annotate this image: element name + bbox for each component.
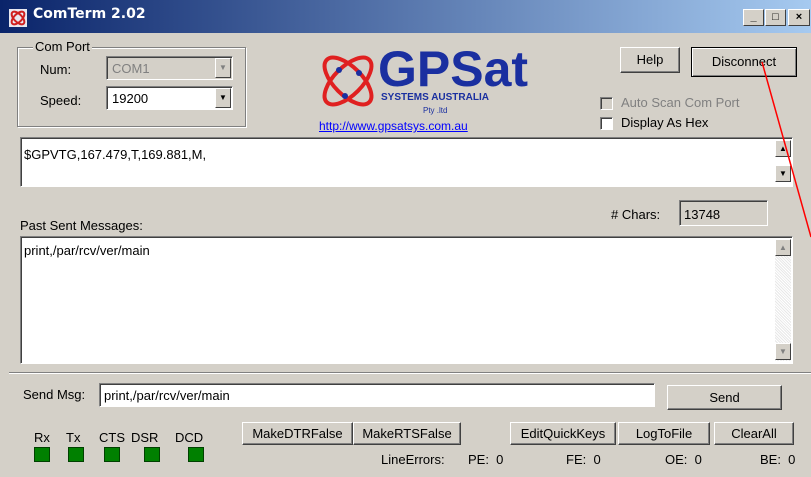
make-rts-false-button[interactable]: MakeRTSFalse <box>353 422 461 445</box>
logo-suffix: Pty .ltd <box>423 106 448 115</box>
com-port-group-label: Com Port <box>33 39 92 54</box>
rx-led-indicator <box>34 447 50 462</box>
scroll-down-icon[interactable]: ▼ <box>775 165 791 182</box>
display-hex-label: Display As Hex <box>621 115 709 130</box>
past-messages-list[interactable]: print,/par/rcv/ver/main ▲ ▼ <box>20 236 793 364</box>
auto-scan-checkbox[interactable] <box>600 97 613 110</box>
window-title: ComTerm 2.02 <box>33 6 146 22</box>
chars-label: # Chars: <box>611 207 661 222</box>
comterm-window: ComTerm 2.02 _ □ × Com Port Num: COM1 ▼ … <box>0 0 811 477</box>
make-dtr-false-button[interactable]: MakeDTRFalse <box>242 422 353 445</box>
dsr-label: DSR <box>131 430 159 445</box>
oe-error-count: OE: 0 <box>665 452 702 467</box>
fe-error-count: FE: 0 <box>566 452 601 467</box>
log-to-file-button[interactable]: LogToFile <box>618 422 710 445</box>
line-errors-label: LineErrors: <box>381 452 445 467</box>
pe-error-count: PE: 0 <box>468 452 504 467</box>
dcd-label: DCD <box>175 430 204 445</box>
scroll-up-icon[interactable]: ▲ <box>775 239 791 256</box>
tx-led-indicator <box>68 447 84 462</box>
speed-label: Speed: <box>40 93 82 108</box>
send-button[interactable]: Send <box>667 385 782 410</box>
edit-quick-keys-button[interactable]: EditQuickKeys <box>510 422 616 445</box>
receive-textbox[interactable]: $GPVTG,167.479,T,169.881,M, ▲ ▼ <box>20 137 793 187</box>
send-label: Send Msg: <box>23 387 86 402</box>
speed-select[interactable]: 19200 ▼ <box>106 86 233 110</box>
send-input-value: print,/par/rcv/ver/main <box>104 388 230 403</box>
past-messages-label: Past Sent Messages: <box>20 218 143 233</box>
chars-field: 13748 <box>679 200 768 226</box>
minimize-button[interactable]: _ <box>743 9 764 26</box>
title-bar[interactable]: ComTerm 2.02 _ □ × <box>0 0 811 33</box>
chars-value: 13748 <box>684 207 721 222</box>
website-link[interactable]: http://www.gpsatsys.com.au <box>319 119 468 133</box>
be-error-count: BE: 0 <box>760 452 796 467</box>
cts-label: CTS <box>99 430 125 445</box>
num-select[interactable]: COM1 ▼ <box>106 56 233 80</box>
disconnect-button[interactable]: Disconnect <box>691 47 797 77</box>
chevron-down-icon[interactable]: ▼ <box>215 58 231 78</box>
logo-brand: GPSat <box>378 41 529 97</box>
maximize-button[interactable]: □ <box>765 9 786 26</box>
auto-scan-label: Auto Scan Com Port <box>621 95 740 110</box>
display-hex-checkbox[interactable] <box>600 117 613 130</box>
num-select-value: COM1 <box>112 61 150 76</box>
gpsat-logo-icon <box>322 55 374 107</box>
app-icon <box>9 9 27 27</box>
rx-label: Rx <box>34 430 50 445</box>
past-message-item[interactable]: print,/par/rcv/ver/main <box>24 243 150 258</box>
clear-all-button[interactable]: ClearAll <box>714 422 794 445</box>
divider <box>9 373 811 374</box>
logo-tagline: SYSTEMS AUSTRALIA <box>381 92 489 103</box>
chevron-down-icon[interactable]: ▼ <box>215 88 231 108</box>
num-label: Num: <box>40 62 72 77</box>
close-button[interactable]: × <box>788 9 810 26</box>
scroll-down-icon[interactable]: ▼ <box>775 343 791 360</box>
receive-text: $GPVTG,167.479,T,169.881,M, <box>24 147 207 162</box>
help-button[interactable]: Help <box>620 47 680 73</box>
speed-select-value: 19200 <box>112 91 149 106</box>
scroll-up-icon[interactable]: ▲ <box>775 140 791 157</box>
dsr-led-indicator <box>144 447 160 462</box>
dcd-led-indicator <box>188 447 204 462</box>
cts-led-indicator <box>104 447 120 462</box>
send-input[interactable]: print,/par/rcv/ver/main <box>99 383 655 407</box>
tx-label: Tx <box>66 430 81 445</box>
